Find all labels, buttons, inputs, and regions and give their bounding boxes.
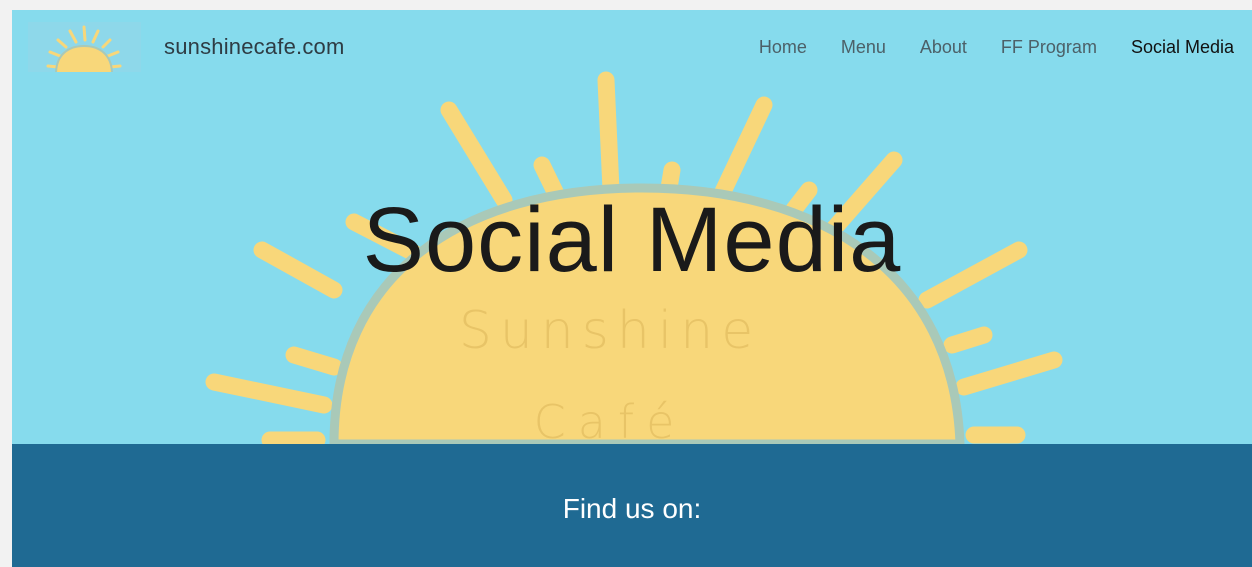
sun-art-text-line1: Sunshine [459, 301, 761, 361]
main-nav: Home Menu About FF Program Social Media [725, 37, 1234, 58]
nav-item-social-media[interactable]: Social Media [1131, 37, 1234, 58]
nav-item-menu[interactable]: Menu [841, 37, 886, 58]
sun-art-text-line2: Café [534, 395, 687, 444]
logo-image[interactable] [28, 22, 141, 72]
nav-item-about[interactable]: About [920, 37, 967, 58]
page: Sunshine Café sunshinecafe.com Home Menu… [12, 10, 1252, 567]
nav-item-ff-program[interactable]: FF Program [1001, 37, 1097, 58]
site-name-link[interactable]: sunshinecafe.com [164, 34, 345, 60]
find-us-banner: Find us on: [12, 444, 1252, 567]
nav-item-home[interactable]: Home [759, 37, 807, 58]
page-title: Social Media [362, 189, 902, 291]
find-us-heading: Find us on: [562, 493, 702, 524]
hero-section: Sunshine Café sunshinecafe.com Home Menu… [12, 10, 1252, 444]
top-navbar: sunshinecafe.com Home Menu About FF Prog… [12, 10, 1252, 86]
